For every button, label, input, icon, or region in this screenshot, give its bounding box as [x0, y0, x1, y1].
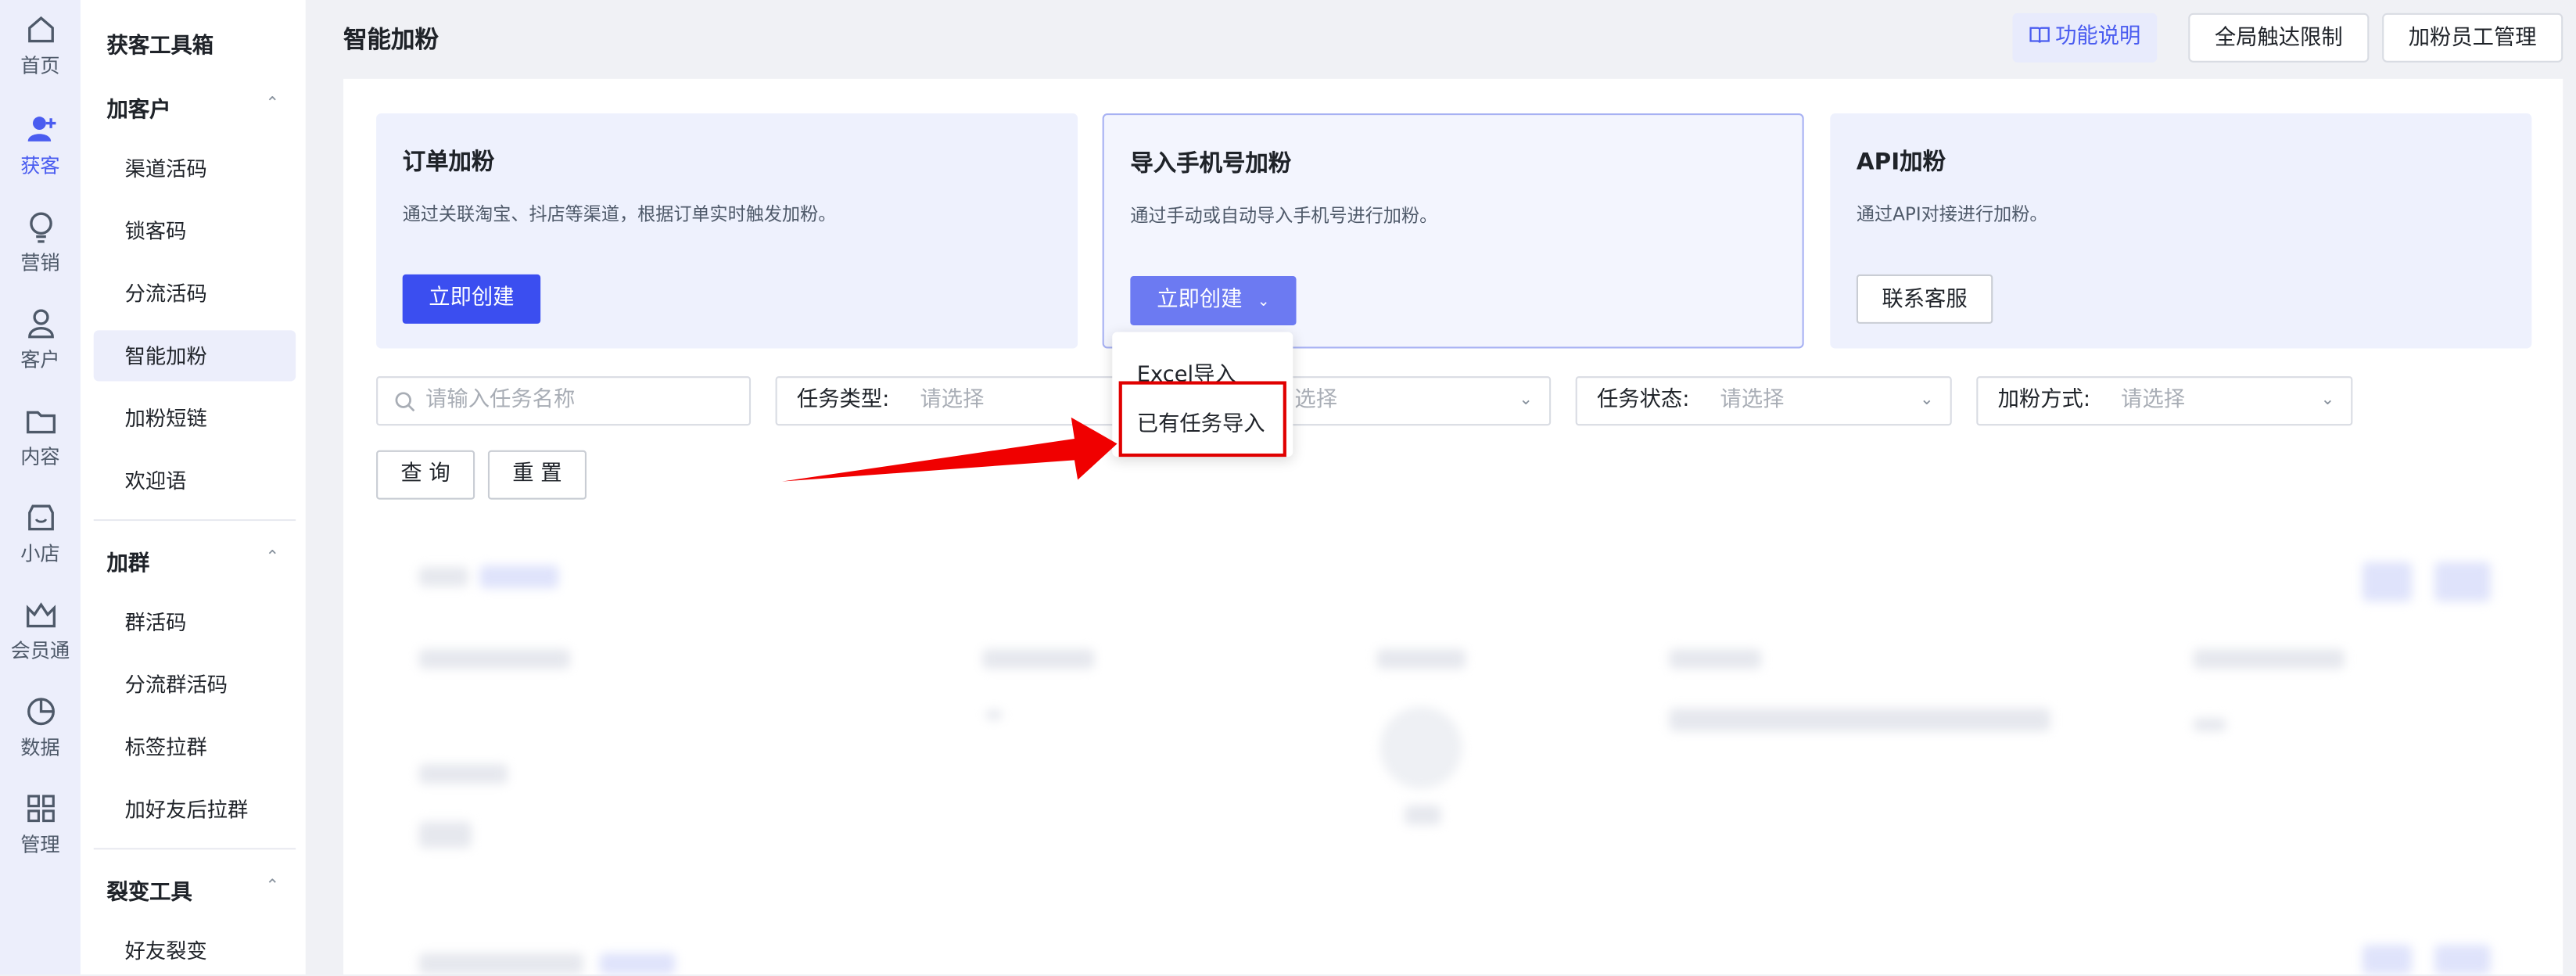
rail-label: 数据: [20, 736, 60, 759]
add-method-select[interactable]: 加粉方式: 请选择 ⌄: [1976, 376, 2353, 426]
user-add-icon: [27, 117, 56, 142]
group-add-customer[interactable]: 加客户: [107, 92, 171, 124]
global-limit-button[interactable]: 全局触达限制: [2188, 13, 2370, 63]
chevron-down-icon: ⌄: [1257, 294, 1270, 311]
filter-placeholder: 选择: [1294, 387, 1338, 413]
user-icon: [27, 309, 53, 339]
search-icon: [395, 392, 415, 412]
rail-label: 营销: [20, 251, 60, 274]
help-button[interactable]: 功能说明: [2012, 13, 2158, 63]
sidebar-item-friend-group[interactable]: 加好友后拉群: [94, 784, 296, 834]
rail-item-shop[interactable]: 小店: [0, 501, 81, 583]
create-phone-import-button[interactable]: 立即创建 ⌄: [1130, 276, 1297, 326]
book-icon: [2029, 27, 2050, 43]
rail-item-member[interactable]: 会员通: [0, 598, 81, 680]
reset-button[interactable]: 重 置: [487, 450, 587, 500]
rail-item-data[interactable]: 数据: [0, 695, 81, 777]
staff-manage-button[interactable]: 加粉员工管理: [2382, 13, 2563, 63]
sidebar: 获客工具箱 加客户 ⌃ 渠道活码 锁客码 分流活码 智能加粉 加粉短链 欢迎语 …: [80, 0, 306, 976]
search-input[interactable]: 请输入任务名称: [376, 376, 752, 426]
shop-icon: [27, 504, 53, 531]
chevron-up-icon[interactable]: ⌃: [266, 877, 280, 895]
icon-rail: 首页 获客 营销 客户 内容 小店 会员通 数据 管理: [0, 0, 81, 975]
rail-item-content[interactable]: 内容: [0, 404, 81, 486]
button-label: 立即创建: [1157, 287, 1243, 313]
task-status-placeholder: 请选择: [1720, 387, 1785, 413]
sidebar-item-group-code[interactable]: 群活码: [94, 597, 296, 648]
rail-item-customer[interactable]: 客户: [0, 307, 81, 389]
bulb-icon: [29, 212, 52, 243]
chevron-down-icon: ⌄: [1519, 391, 1534, 410]
card-api-add: API加粉 通过API对接进行加粉。 联系客服: [1830, 113, 2532, 349]
rail-item-home[interactable]: 首页: [0, 13, 81, 95]
sidebar-item-welcome[interactable]: 欢迎语: [94, 455, 296, 506]
rail-item-manage[interactable]: 管理: [0, 792, 81, 874]
sidebar-item-smart-add[interactable]: 智能加粉: [93, 330, 296, 382]
highlight-box: [1118, 381, 1286, 458]
card-desc: 通过API对接进行加粉。: [1856, 203, 2048, 225]
rail-label: 获客: [20, 154, 60, 178]
search-placeholder: 请输入任务名称: [425, 387, 576, 413]
group-fission[interactable]: 裂变工具: [107, 874, 192, 906]
crown-icon: [25, 602, 55, 628]
rail-label: 内容: [20, 445, 60, 468]
rail-label: 会员通: [10, 639, 70, 662]
rail-label: 管理: [20, 833, 60, 856]
rail-item-acquire[interactable]: 获客: [0, 113, 81, 196]
home-icon: [27, 16, 53, 43]
group-add-group[interactable]: 加群: [107, 546, 150, 577]
sidebar-item-split-code[interactable]: 分流活码: [94, 267, 296, 318]
rail-label: 小店: [20, 542, 60, 565]
divider: [93, 518, 296, 522]
rail-label: 首页: [20, 54, 60, 77]
grid-icon: [27, 795, 54, 823]
card-title: API加粉: [1856, 149, 1946, 176]
red-arrow-annotation: [781, 417, 1118, 482]
task-status-label: 任务状态:: [1596, 387, 1690, 413]
card-desc: 通过关联淘宝、抖店等渠道，根据订单实时触发加粉。: [402, 203, 837, 225]
create-order-add-button[interactable]: 立即创建: [402, 274, 541, 324]
add-method-placeholder: 请选择: [2121, 387, 2186, 413]
task-status-select[interactable]: 任务状态: 请选择 ⌄: [1575, 376, 1952, 426]
sidebar-item-friend-fission[interactable]: 好友裂变: [94, 925, 296, 976]
rail-label: 客户: [20, 348, 60, 371]
pie-chart-icon: [27, 698, 54, 726]
contact-service-button[interactable]: 联系客服: [1856, 274, 1993, 324]
card-phone-import: 导入手机号加粉 通过手动或自动导入手机号进行加粉。 立即创建 ⌄: [1102, 113, 1804, 349]
sidebar-item-tag-group[interactable]: 标签拉群: [94, 721, 296, 772]
sidebar-item-split-group-code[interactable]: 分流群活码: [94, 659, 296, 710]
sidebar-item-lock-code[interactable]: 锁客码: [94, 206, 296, 257]
chevron-up-icon[interactable]: ⌃: [266, 549, 280, 567]
chevron-down-icon: ⌄: [1920, 391, 1934, 410]
folder-icon: [25, 411, 55, 434]
chevron-up-icon[interactable]: ⌃: [266, 95, 280, 113]
rail-item-marketing[interactable]: 营销: [0, 210, 81, 292]
sidebar-item-short-link[interactable]: 加粉短链: [94, 393, 296, 443]
card-order-add: 订单加粉 通过关联淘宝、抖店等渠道，根据订单实时触发加粉。 立即创建: [376, 113, 1078, 349]
card-desc: 通过手动或自动导入手机号进行加粉。: [1130, 205, 1438, 227]
card-title: 导入手机号加粉: [1130, 151, 1292, 178]
sidebar-title: 获客工具箱: [106, 34, 214, 59]
help-label: 功能说明: [2055, 24, 2141, 50]
divider: [93, 848, 296, 850]
add-method-label: 加粉方式:: [1997, 387, 2091, 413]
chevron-down-icon: ⌄: [2320, 391, 2335, 410]
card-title: 订单加粉: [402, 149, 495, 176]
sidebar-item-channel-code[interactable]: 渠道活码: [94, 143, 296, 194]
page-title: 智能加粉: [343, 27, 439, 55]
query-button[interactable]: 查 询: [376, 450, 475, 500]
